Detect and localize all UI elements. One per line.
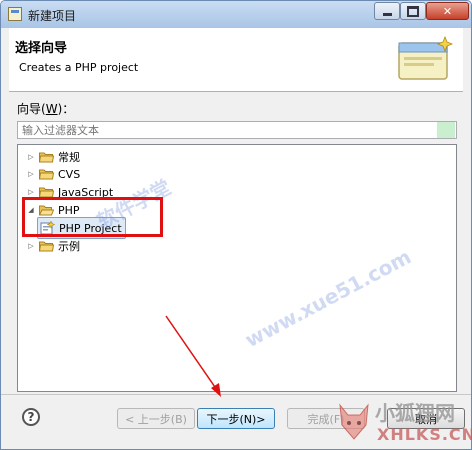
wizard-tree[interactable]: ▷ 常规 ▷ CVS ▷ JavaScript ◢ PHP PHP Projec… (17, 144, 457, 392)
filter-clear-icon[interactable] (437, 122, 455, 138)
wizard-banner-icon (398, 35, 454, 80)
wizard-header: 选择向导 Creates a PHP project (9, 28, 463, 92)
close-button[interactable]: ✕ (426, 2, 469, 20)
wizards-label-mnemonic: W (45, 102, 58, 116)
app-icon (8, 7, 22, 21)
tree-item-examples[interactable]: ▷ 示例 (25, 237, 80, 255)
filter-input[interactable] (17, 121, 457, 139)
footer-divider (1, 394, 471, 395)
tree-item-label: CVS (58, 167, 81, 181)
next-button[interactable]: 下一步(N)> (197, 408, 275, 429)
finish-button[interactable]: 完成(F) (287, 408, 365, 429)
tree-item-cvs[interactable]: ▷ CVS (25, 165, 80, 183)
maximize-button[interactable] (400, 2, 426, 20)
tree-item-label: 示例 (58, 240, 80, 253)
wizards-label-prefix: 向导( (17, 102, 46, 116)
expand-arrow-icon[interactable]: ▷ (25, 151, 37, 163)
expand-arrow-icon[interactable]: ▷ (25, 240, 37, 252)
title-bar[interactable]: 新建项目 ✕ (1, 1, 471, 28)
highlight-annotation (22, 197, 163, 237)
help-icon: ? (27, 410, 35, 424)
wizard-description: Creates a PHP project (19, 61, 139, 74)
maximize-icon (407, 5, 419, 17)
tree-item-general[interactable]: ▷ 常规 (25, 148, 80, 166)
wizards-label-suffix: )： (57, 102, 75, 116)
window-title: 新建项目 (28, 9, 77, 23)
folder-icon (39, 169, 54, 180)
help-button[interactable]: ? (22, 408, 40, 426)
minimize-icon (382, 12, 392, 16)
wizard-title: 选择向导 (15, 41, 68, 56)
cancel-button[interactable]: 取消 (387, 408, 465, 429)
folder-icon (39, 152, 54, 163)
minimize-button[interactable] (374, 2, 400, 20)
back-button[interactable]: < 上一步(B) (117, 408, 195, 429)
tree-item-label: 常规 (58, 151, 80, 164)
wizards-label: 向导(W)： (17, 100, 74, 117)
expand-arrow-icon[interactable]: ▷ (25, 168, 37, 180)
folder-icon (39, 241, 54, 252)
close-icon: ✕ (442, 4, 453, 18)
